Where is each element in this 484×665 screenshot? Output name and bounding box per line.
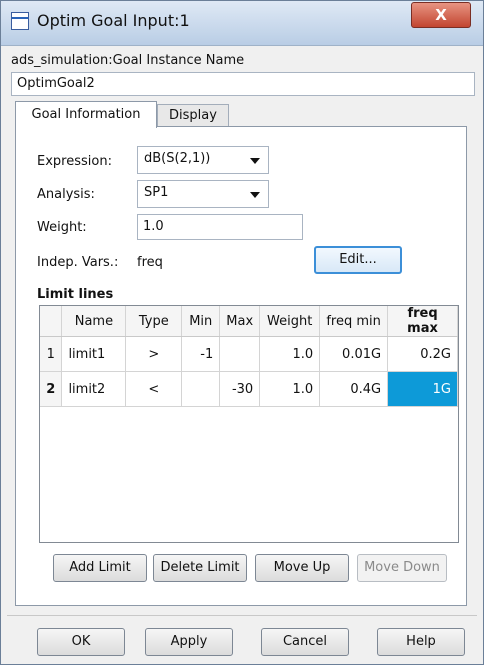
instance-name-label: ads_simulation:Goal Instance Name bbox=[11, 53, 245, 68]
limit-lines-title: Limit lines bbox=[37, 287, 114, 302]
cell-max[interactable]: -30 bbox=[219, 371, 261, 407]
cell-min[interactable]: -1 bbox=[181, 336, 221, 372]
column-header-weight[interactable]: Weight bbox=[259, 306, 321, 337]
cell-type[interactable]: > bbox=[125, 336, 183, 372]
add-limit-button[interactable]: Add Limit bbox=[53, 554, 147, 582]
indep-vars-value: freq bbox=[137, 255, 163, 270]
cell-freq-max[interactable]: 0.2G bbox=[387, 336, 458, 372]
table-row[interactable]: 2 limit2 < -30 1.0 0.4G 1G bbox=[40, 371, 458, 407]
ok-button[interactable]: OK bbox=[37, 628, 125, 656]
move-up-button[interactable]: Move Up bbox=[255, 554, 349, 582]
move-down-button: Move Down bbox=[357, 554, 447, 582]
close-button[interactable]: X bbox=[411, 2, 471, 28]
cell-max[interactable] bbox=[219, 336, 261, 372]
column-header-name[interactable]: Name bbox=[61, 306, 127, 337]
table-header-row: Name Type Min Max Weight freq min freq m… bbox=[40, 306, 458, 337]
column-header-min[interactable]: Min bbox=[181, 306, 221, 337]
row-header[interactable]: 2 bbox=[40, 371, 63, 407]
window-title: Optim Goal Input:1 bbox=[37, 11, 190, 30]
table-row[interactable]: 1 limit1 > -1 1.0 0.01G 0.2G bbox=[40, 336, 458, 372]
ads-app-icon bbox=[11, 12, 29, 30]
help-button[interactable]: Help bbox=[377, 628, 465, 656]
cell-freq-max-selected[interactable]: 1G bbox=[387, 371, 458, 407]
apply-button[interactable]: Apply bbox=[145, 628, 233, 656]
column-header-freq-max[interactable]: freq max bbox=[387, 306, 458, 337]
edit-button[interactable]: Edit... bbox=[314, 246, 402, 274]
cancel-button[interactable]: Cancel bbox=[261, 628, 349, 656]
cell-weight[interactable]: 1.0 bbox=[259, 336, 321, 372]
weight-input[interactable]: 1.0 bbox=[137, 214, 303, 240]
indep-vars-label: Indep. Vars.: bbox=[37, 255, 119, 270]
chevron-down-icon[interactable] bbox=[250, 158, 260, 164]
instance-name-input[interactable]: OptimGoal2 bbox=[11, 72, 475, 96]
cell-type[interactable]: < bbox=[125, 371, 183, 407]
cell-name[interactable]: limit1 bbox=[61, 336, 127, 372]
column-header-freq-min[interactable]: freq min bbox=[319, 306, 389, 337]
expression-combo[interactable]: dB(S(2,1)) bbox=[137, 146, 269, 174]
limit-lines-table: Name Type Min Max Weight freq min freq m… bbox=[39, 305, 459, 543]
row-header[interactable]: 1 bbox=[40, 336, 63, 372]
expression-value: dB(S(2,1)) bbox=[144, 151, 211, 166]
tab-display[interactable]: Display bbox=[157, 104, 229, 127]
column-header-type[interactable]: Type bbox=[125, 306, 183, 337]
weight-label: Weight: bbox=[37, 220, 87, 235]
delete-limit-button[interactable]: Delete Limit bbox=[153, 554, 247, 582]
analysis-value: SP1 bbox=[144, 185, 169, 200]
dialog-window: Optim Goal Input:1 X ads_simulation:Goal… bbox=[0, 0, 484, 665]
cell-name[interactable]: limit2 bbox=[61, 371, 127, 407]
analysis-label: Analysis: bbox=[37, 187, 95, 202]
tab-goal-information[interactable]: Goal Information bbox=[15, 101, 157, 128]
footer-divider bbox=[7, 615, 477, 616]
chevron-down-icon[interactable] bbox=[250, 192, 260, 198]
cell-weight[interactable]: 1.0 bbox=[259, 371, 321, 407]
cell-freq-min[interactable]: 0.01G bbox=[319, 336, 389, 372]
cell-freq-min[interactable]: 0.4G bbox=[319, 371, 389, 407]
corner-header bbox=[40, 306, 63, 337]
expression-label: Expression: bbox=[37, 154, 112, 169]
column-header-max[interactable]: Max bbox=[219, 306, 261, 337]
title-bar[interactable]: Optim Goal Input:1 X bbox=[1, 1, 483, 46]
analysis-combo[interactable]: SP1 bbox=[137, 180, 269, 208]
cell-min[interactable] bbox=[181, 371, 221, 407]
